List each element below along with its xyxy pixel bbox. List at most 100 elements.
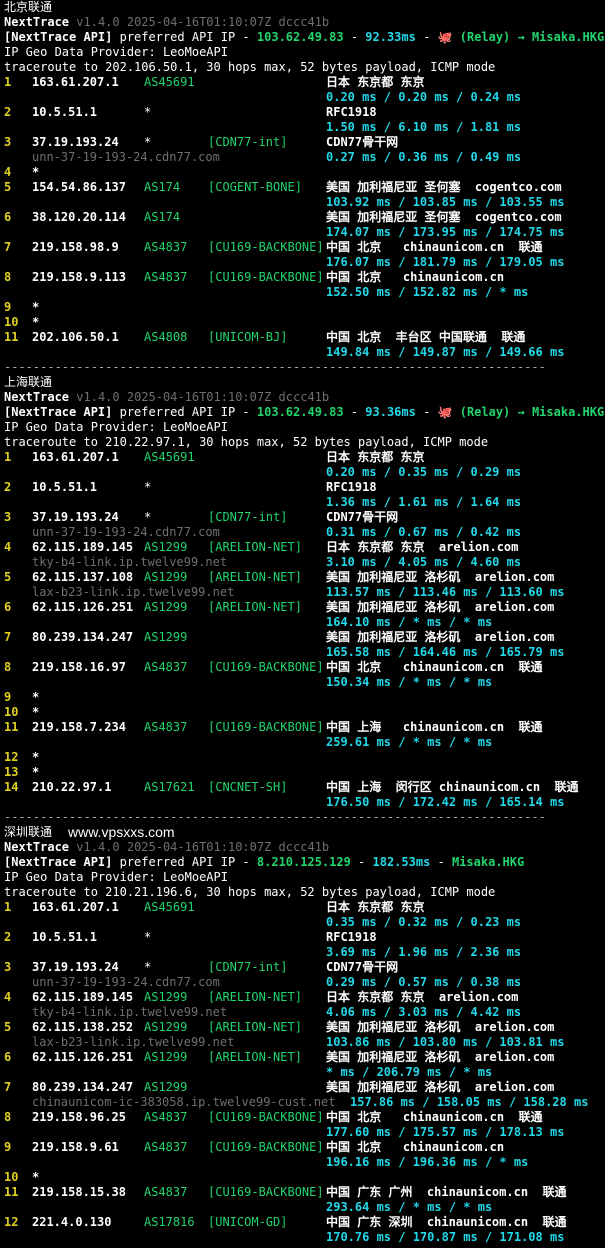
hop-number: 1 <box>4 450 12 464</box>
hop-number: 4 <box>4 990 12 1004</box>
hop-row: 6 38.120.20.114 AS174 美国 加利福尼亚 圣何塞 cogentco… <box>0 210 605 225</box>
hop-number: 3 <box>4 960 12 974</box>
hop-asn: AS45691 <box>144 450 195 464</box>
hop-latency: 3.10 ms / 4.05 ms / 4.60 ms <box>326 555 522 569</box>
hop-tag: [CU169-BACKBONE] <box>208 1140 324 1154</box>
api-route: 🐙 (Relay) → Misaka.HKG <box>437 30 605 44</box>
hop-asn: AS45691 <box>144 900 195 914</box>
hop-tag: [CDN77-int] <box>208 510 288 524</box>
hop-number: 4 <box>4 540 12 554</box>
separator: ----------------------------------------… <box>0 810 605 825</box>
sp1 <box>112 855 119 869</box>
hop-latency: 157.86 ms / 158.05 ms / 158.28 ms <box>350 1095 589 1109</box>
hop-geo: 日本 东京都 东京 arelion.com <box>326 990 519 1004</box>
hop-ip: 38.120.20.114 <box>32 210 126 224</box>
hop-row: 9 * <box>0 690 605 705</box>
provider-line: IP Geo Data Provider: LeoMoeAPI <box>0 420 605 435</box>
hop-tag: [CDN77-int] <box>208 135 288 149</box>
hop-latency: 0.20 ms / 0.20 ms / 0.24 ms <box>326 90 522 104</box>
hop-latency: 176.50 ms / 172.42 ms / 165.14 ms <box>326 795 565 809</box>
hop-geo: 美国 加利福尼亚 洛杉矶 arelion.com <box>326 1080 555 1094</box>
hop-tag: [ARELION-NET] <box>208 1050 302 1064</box>
hop-geo: 中国 广东 深圳 chinaunicom.cn 联通 <box>326 1215 567 1229</box>
tool-version: v1.4.0 2025-04-16T01:10:07Z dccc41b <box>76 840 330 854</box>
hop-number: 1 <box>4 75 12 89</box>
hop-latency: 0.29 ms / 0.57 ms / 0.38 ms <box>326 975 522 989</box>
api-text: preferred API IP - <box>119 30 257 44</box>
hop-detail: * ms / 206.79 ms / * ms <box>0 1065 605 1080</box>
hop-asn: AS4837 <box>144 720 188 734</box>
provider-text: IP Geo Data Provider: LeoMoeAPI <box>4 420 228 434</box>
hop-number: 14 <box>4 780 19 794</box>
hop-geo: 日本 东京都 东京 <box>326 75 425 89</box>
hop-geo: 中国 北京 chinaunicom.cn <box>326 1140 505 1154</box>
traceroute-cmd: traceroute to 202.106.50.1, 30 hops max,… <box>0 60 605 75</box>
hop-ip: 210.22.97.1 <box>32 780 112 794</box>
hop-asn: * <box>144 135 152 149</box>
hop-latency: 0.35 ms / 0.32 ms / 0.23 ms <box>326 915 522 929</box>
hop-latency: 103.92 ms / 103.85 ms / 103.55 ms <box>326 195 565 209</box>
hop-geo: RFC1918 <box>326 930 377 944</box>
hop-row: 8 219.158.9.113 AS4837 [CU169-BACKBONE] 中国 北… <box>0 270 605 285</box>
tool-line: NextTrace v1.4.0 2025-04-16T01:10:07Z dc… <box>0 840 605 855</box>
hop-detail: 149.84 ms / 149.87 ms / 149.66 ms <box>0 345 605 360</box>
hop-detail: 293.64 ms / * ms / * ms <box>0 1200 605 1215</box>
hop-ip: 62.115.189.145 <box>32 540 134 554</box>
hop-latency: 103.86 ms / 103.80 ms / 103.81 ms <box>326 1035 565 1049</box>
hop-geo: 中国 北京 chinaunicom.cn 联通 <box>326 240 543 254</box>
hop-asn: AS1299 <box>144 1020 188 1034</box>
hop-ip: * <box>32 1170 40 1184</box>
hop-number: 5 <box>4 180 12 194</box>
hop-hostname: unn-37-19-193-24.cdn77.com <box>32 150 220 164</box>
sp2: - <box>343 405 366 419</box>
hop-ip: 163.61.207.1 <box>32 450 119 464</box>
hop-asn: AS1299 <box>144 630 188 644</box>
hop-ip: 10.5.51.1 <box>32 105 98 119</box>
tool-name: NextTrace <box>4 15 70 29</box>
hop-number: 10 <box>4 1170 19 1184</box>
hop-ip: 219.158.7.234 <box>32 720 126 734</box>
hop-hostname: tky-b4-link.ip.twelve99.net <box>32 1005 228 1019</box>
sp3: - <box>415 30 438 44</box>
api-ip: 103.62.49.83 <box>256 405 344 419</box>
api-route: 🐙 (Relay) → Misaka.HKG <box>437 405 605 419</box>
hop-number: 11 <box>4 1185 19 1199</box>
hop-row: 4 62.115.189.145 AS1299 [ARELION-NET] 日本 东京都… <box>0 540 605 555</box>
hop-row: 2 10.5.51.1 * RFC1918 <box>0 480 605 495</box>
tool-line: NextTrace v1.4.0 2025-04-16T01:10:07Z dc… <box>0 15 605 30</box>
hop-detail: 196.16 ms / 196.36 ms / * ms <box>0 1155 605 1170</box>
hop-row: 6 62.115.126.251 AS1299 [ARELION-NET] 美国 加利福… <box>0 600 605 615</box>
hop-detail: 259.61 ms / * ms / * ms <box>0 735 605 750</box>
api-ip: 8.210.125.129 <box>256 855 351 869</box>
hop-geo: 中国 广东 广州 chinaunicom.cn 联通 <box>326 1185 567 1199</box>
provider-line: IP Geo Data Provider: LeoMoeAPI <box>0 45 605 60</box>
hop-ip: 80.239.134.247 <box>32 630 134 644</box>
hop-ip: 163.61.207.1 <box>32 900 119 914</box>
api-latency: 93.36ms <box>365 405 416 419</box>
traceroute-text: traceroute to 210.22.97.1, 30 hops max, … <box>4 435 489 449</box>
hop-row: 7 219.158.98.9 AS4837 [CU169-BACKBONE] 中国 北京… <box>0 240 605 255</box>
hop-ip: 62.115.137.108 <box>32 570 134 584</box>
hop-latency: 293.64 ms / * ms / * ms <box>326 1200 493 1214</box>
hop-latency: 150.34 ms / * ms / * ms <box>326 675 493 689</box>
hop-hostname: lax-b23-link.ip.twelve99.net <box>32 1035 235 1049</box>
hop-number: 7 <box>4 240 12 254</box>
hop-ip: 219.158.9.61 <box>32 1140 119 1154</box>
sp2: - <box>343 30 366 44</box>
separator-dashes: ----------------------------------------… <box>4 360 546 374</box>
hop-number: 8 <box>4 1110 12 1124</box>
hop-tag: [COGENT-BONE] <box>208 180 302 194</box>
hop-tag: [CNCNET-SH] <box>208 780 288 794</box>
hop-tag: [CU169-BACKBONE] <box>208 240 324 254</box>
hop-ip: * <box>32 750 40 764</box>
hop-geo: 中国 北京 丰台区 中国联通 联通 <box>326 330 526 344</box>
sp3: - <box>415 405 438 419</box>
hop-ip: 62.115.126.251 <box>32 1050 134 1064</box>
hop-detail: unn-37-19-193-24.cdn77.com 0.29 ms / 0.57… <box>0 975 605 990</box>
hop-detail: unn-37-19-193-24.cdn77.com 0.27 ms / 0.36… <box>0 150 605 165</box>
hop-detail: 1.36 ms / 1.61 ms / 1.64 ms <box>0 495 605 510</box>
hop-latency: 176.07 ms / 181.79 ms / 179.05 ms <box>326 255 565 269</box>
hop-ip: 219.158.98.9 <box>32 240 119 254</box>
hop-detail: 0.20 ms / 0.35 ms / 0.29 ms <box>0 465 605 480</box>
hop-geo: 中国 上海 闵行区 chinaunicom.cn 联通 <box>326 780 579 794</box>
